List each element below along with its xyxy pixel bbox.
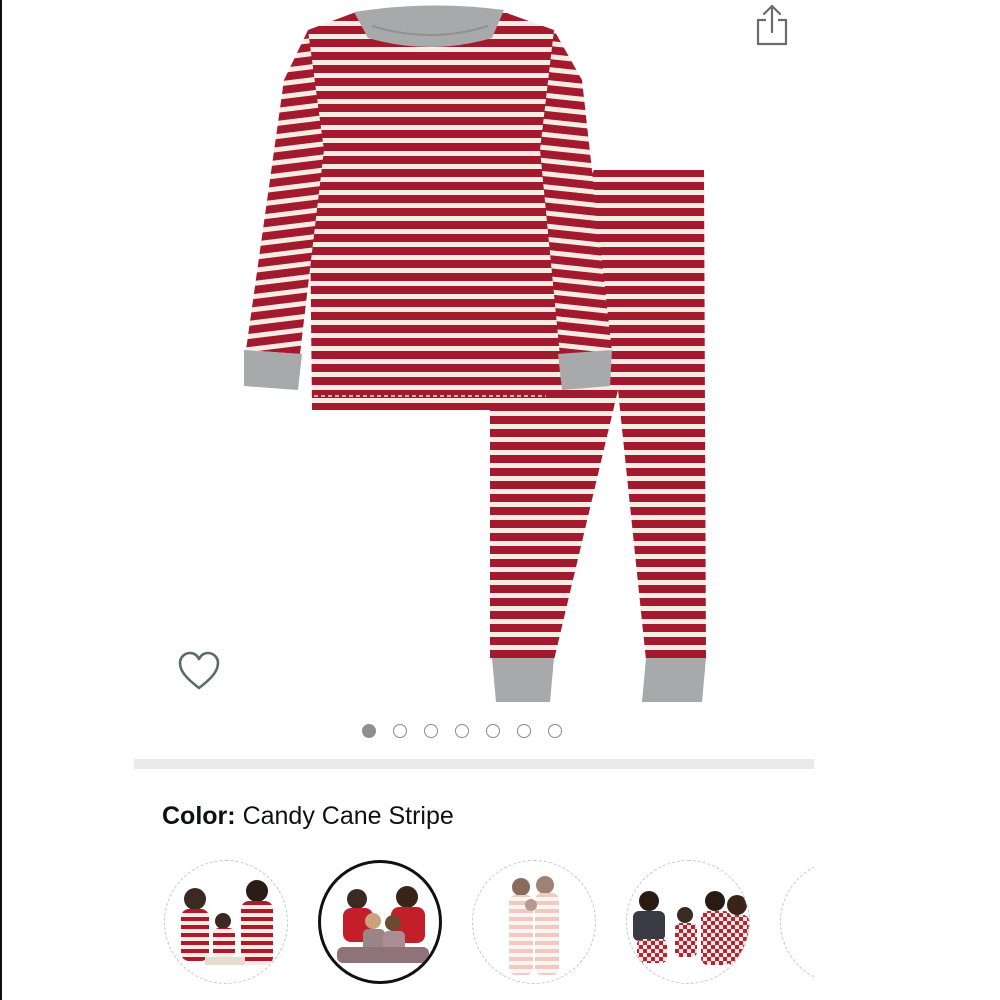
screen-edge <box>0 0 2 1000</box>
carousel-dot[interactable] <box>486 724 500 738</box>
product-image[interactable] <box>236 0 716 712</box>
carousel-dot[interactable] <box>393 724 407 738</box>
color-swatch-selected[interactable] <box>318 860 442 984</box>
color-selection-label: Color: Candy Cane Stripe <box>162 802 454 831</box>
share-icon <box>756 4 788 46</box>
image-carousel-indicator <box>362 724 562 744</box>
color-value: Candy Cane Stripe <box>242 802 454 830</box>
heart-icon <box>178 651 220 690</box>
carousel-dot[interactable] <box>362 724 376 738</box>
color-swatch[interactable] <box>472 860 596 984</box>
carousel-dot[interactable] <box>517 724 531 738</box>
color-swatch-list <box>162 858 814 990</box>
section-divider <box>134 759 814 769</box>
color-swatch[interactable] <box>780 860 814 984</box>
share-button[interactable] <box>752 2 792 48</box>
carousel-dot[interactable] <box>455 724 469 738</box>
color-swatch[interactable] <box>164 860 288 984</box>
color-label: Color: <box>162 802 236 830</box>
carousel-dot[interactable] <box>424 724 438 738</box>
color-swatch[interactable] <box>626 860 750 984</box>
carousel-dot[interactable] <box>548 724 562 738</box>
add-to-list-button[interactable] <box>176 650 222 692</box>
